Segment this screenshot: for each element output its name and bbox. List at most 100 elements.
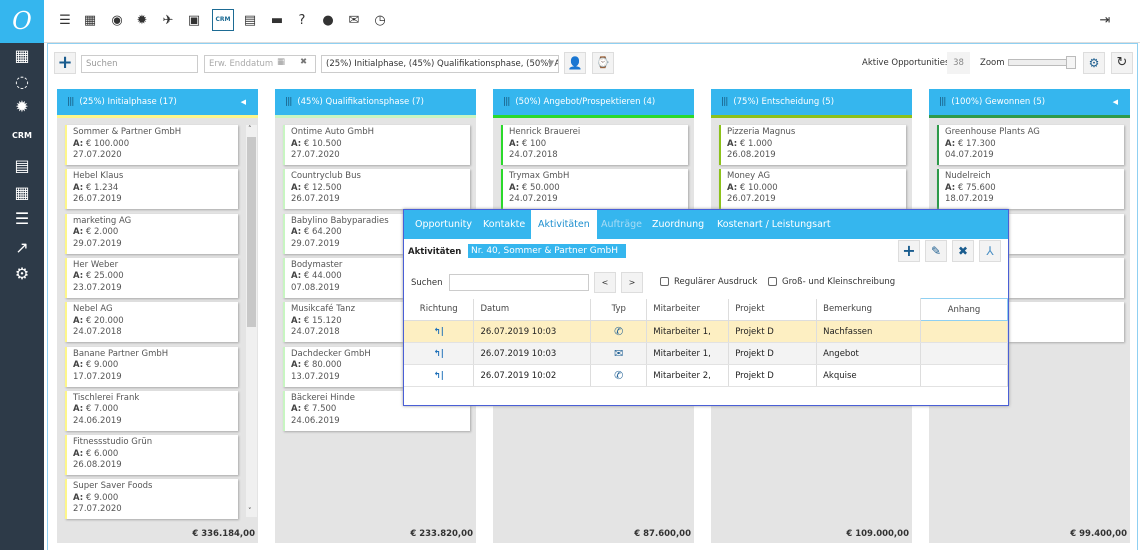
regex-checkbox[interactable]: Regulärer Ausdruck <box>660 277 757 287</box>
search-input[interactable]: Suchen <box>81 55 198 73</box>
user-filter-button[interactable]: 👤 <box>564 52 586 74</box>
opportunity-card[interactable]: marketing AG A: € 2.000 29.07.2019 <box>65 213 238 254</box>
opportunity-card[interactable]: Money AG A: € 10.000 26.07.2019 <box>719 169 906 210</box>
scroll-down-icon[interactable]: ˅ <box>248 507 252 515</box>
drag-handle-icon[interactable]: ||| <box>721 97 728 107</box>
opportunity-card[interactable]: Henrick Brauerei A: € 100 24.07.2018 <box>501 125 688 165</box>
scrollbar[interactable]: ˄ ˅ <box>246 125 257 517</box>
app-logo[interactable]: O <box>0 0 44 43</box>
logout-icon[interactable]: ⇥ <box>1096 13 1114 28</box>
invoice-icon[interactable]: ▤ <box>241 13 259 28</box>
drag-handle-icon[interactable]: ||| <box>939 97 946 107</box>
list-icon[interactable]: ☰ <box>0 209 44 228</box>
opportunity-card[interactable]: Tischlerei Frank A: € 7.000 24.06.2019 <box>65 390 238 431</box>
calendar-icon[interactable]: ▦ <box>277 57 285 67</box>
table-row[interactable]: ↰| 26.07.2019 10:02 ✆ Mitarbeiter 2, Projekt… <box>404 364 1008 387</box>
add-activity-button[interactable]: + <box>898 240 920 262</box>
card-name: Tischlerei Frank <box>73 392 140 403</box>
collapse-icon[interactable]: ◀ <box>1113 89 1118 115</box>
case-checkbox[interactable]: Groß- und Kleinschreibung <box>768 277 895 287</box>
add-button[interactable]: + <box>54 52 76 74</box>
next-match-button[interactable]: > <box>621 272 643 293</box>
calendar-icon[interactable]: ▦ <box>0 46 44 65</box>
table-icon[interactable]: ▦ <box>0 183 44 202</box>
crm-icon[interactable]: CRM <box>212 9 234 31</box>
column-header[interactable]: ||| (75%) Entscheidung (5) <box>711 89 912 115</box>
phase-filter-select[interactable]: (25%) Initialphase, (45%) Qualifikations… <box>321 55 559 73</box>
menu-icon[interactable]: ☰ <box>56 13 74 28</box>
table-row[interactable]: ↰| 26.07.2019 10:03 ✆ Mitarbeiter 1, Projekt… <box>404 320 1008 343</box>
sidebar-crm[interactable]: CRM <box>0 131 44 140</box>
bug-icon[interactable]: ✹ <box>133 13 151 28</box>
clock-icon[interactable]: ◷ <box>371 13 389 28</box>
tab-kostenart-leistungsart[interactable]: Kostenart / Leistungsart <box>710 210 838 239</box>
zoom-slider[interactable] <box>1008 56 1076 69</box>
chat-icon[interactable]: ● <box>319 13 337 28</box>
target-icon[interactable]: ◉ <box>108 13 126 28</box>
tab-zuordnung[interactable]: Zuordnung <box>645 210 711 239</box>
invoice-icon[interactable]: ▤ <box>0 156 44 175</box>
opportunity-card[interactable]: Pizzeria Magnus A: € 1.000 26.08.2019 <box>719 125 906 165</box>
watch-filter-button[interactable]: ⌚ <box>592 52 614 74</box>
column-header-typ[interactable]: Typ <box>590 298 648 321</box>
chart-icon[interactable]: ↗ <box>0 238 44 257</box>
column-header[interactable]: ||| (100%) Gewonnen (5) ◀ <box>929 89 1130 115</box>
tab-aktivitäten[interactable]: Aktivitäten <box>531 210 597 239</box>
opportunity-card[interactable]: Her Weber A: € 25.000 23.07.2019 <box>65 257 238 298</box>
regex-checkbox-box[interactable] <box>660 277 669 286</box>
opportunity-card[interactable]: Nebel AG A: € 20.000 24.07.2018 <box>65 302 238 343</box>
table-row[interactable]: ↰| 26.07.2019 10:03 ✉ Mitarbeiter 1, Projekt… <box>404 342 1008 365</box>
opportunity-card[interactable]: Fitnessstudio Grün A: € 6.000 26.08.2019 <box>65 435 238 476</box>
activity-search-input[interactable] <box>449 274 589 291</box>
column-header[interactable]: ||| (45%) Qualifikationsphase (7) <box>275 89 476 115</box>
clear-icon[interactable]: ✖ <box>300 57 307 67</box>
record-field: Nr. 40, Sommer & Partner GmbH <box>468 244 626 258</box>
opportunity-card[interactable]: Ontime Auto GmbH A: € 10.500 27.07.2020 <box>283 125 470 165</box>
settings-icon[interactable]: ⚙ <box>0 264 44 283</box>
column-header-mitarbeiter[interactable]: Mitarbeiter <box>646 298 730 321</box>
column-header-bemerkung[interactable]: Bemerkung <box>816 298 922 321</box>
collapse-icon[interactable]: ◀ <box>241 89 246 115</box>
opportunity-card[interactable]: Super Saver Foods A: € 9.000 27.07.2020 <box>65 479 238 520</box>
column-header-projekt[interactable]: Projekt <box>728 298 818 321</box>
drag-handle-icon[interactable]: ||| <box>67 97 74 107</box>
tab-opportunity[interactable]: Opportunity <box>408 210 479 239</box>
prev-match-button[interactable]: < <box>594 272 616 293</box>
opportunity-card[interactable]: Nudelreich A: € 75.600 18.07.2019 <box>937 169 1124 210</box>
refresh-button[interactable]: ↻ <box>1111 52 1133 74</box>
help-icon[interactable]: ? <box>293 13 311 28</box>
settings-button[interactable]: ⚙ <box>1083 52 1105 74</box>
calendar-icon[interactable]: ▦ <box>81 13 99 28</box>
end-date-input[interactable]: Erw. Enddatum ▦ ✖ <box>204 55 316 73</box>
opportunity-card[interactable]: Countryclub Bus A: € 12.500 26.07.2019 <box>283 169 470 210</box>
drag-handle-icon[interactable]: ||| <box>285 97 292 107</box>
print-icon[interactable]: ▬ <box>268 13 286 28</box>
opportunity-card[interactable]: Trymax GmbH A: € 50.000 24.07.2019 <box>501 169 688 210</box>
column-header-datum[interactable]: Datum <box>473 298 592 321</box>
opportunity-card[interactable]: Greenhouse Plants AG A: € 17.300 04.07.201… <box>937 125 1124 165</box>
zoom-label: Zoom <box>980 58 1005 68</box>
column-header[interactable]: ||| (25%) Initialphase (17) ◀ <box>57 89 258 115</box>
delete-activity-button[interactable]: ✖ <box>952 240 974 262</box>
edit-activity-button[interactable]: ✎ <box>925 240 947 262</box>
tab-kontakte[interactable]: Kontakte <box>476 210 532 239</box>
outlook-icon[interactable]: ▣ <box>185 13 203 28</box>
case-checkbox-box[interactable] <box>768 277 777 286</box>
scrollbar-thumb[interactable] <box>247 137 256 327</box>
amount-prefix: A: <box>727 138 738 149</box>
bug-icon[interactable]: ✹ <box>0 97 44 116</box>
card-amount: A: € 9.000 <box>73 493 232 505</box>
refresh-circle-icon[interactable]: ◌ <box>0 72 44 91</box>
opportunity-card[interactable]: Banane Partner GmbH A: € 9.000 17.07.2019 <box>65 346 238 387</box>
column-header-anhang[interactable]: Anhang <box>920 298 1008 321</box>
opportunity-card[interactable]: Hebel Klaus A: € 1.234 26.07.2019 <box>65 169 238 210</box>
drag-handle-icon[interactable]: ||| <box>503 97 510 107</box>
pdf-export-button[interactable]: ⅄ <box>979 240 1001 262</box>
zoom-slider-handle[interactable] <box>1066 56 1076 69</box>
column-header-richtung[interactable]: Richtung <box>404 298 475 321</box>
scroll-up-icon[interactable]: ˄ <box>248 125 252 133</box>
mail-icon[interactable]: ✉ <box>345 13 363 28</box>
column-header[interactable]: ||| (50%) Angebot/Prospektieren (4) <box>493 89 694 115</box>
plane-icon[interactable]: ✈ <box>159 13 177 28</box>
opportunity-card[interactable]: Sommer & Partner GmbH A: € 100.000 27.07.2… <box>65 125 238 165</box>
